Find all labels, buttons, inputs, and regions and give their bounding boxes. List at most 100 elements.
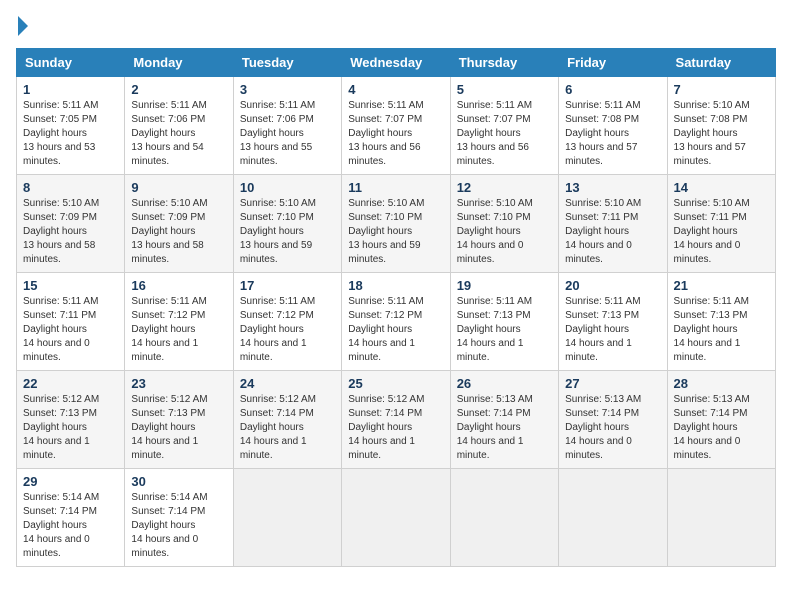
calendar-cell: 23 Sunrise: 5:12 AM Sunset: 7:13 PM Dayl… xyxy=(125,371,233,469)
day-number: 11 xyxy=(348,180,443,195)
calendar-cell: 9 Sunrise: 5:10 AM Sunset: 7:09 PM Dayli… xyxy=(125,175,233,273)
day-number: 24 xyxy=(240,376,335,391)
calendar-cell: 11 Sunrise: 5:10 AM Sunset: 7:10 PM Dayl… xyxy=(342,175,450,273)
calendar-cell xyxy=(667,469,775,567)
calendar-week-1: 1 Sunrise: 5:11 AM Sunset: 7:05 PM Dayli… xyxy=(17,77,776,175)
day-number: 28 xyxy=(674,376,769,391)
day-info: Sunrise: 5:11 AM Sunset: 7:07 PM Dayligh… xyxy=(348,99,443,169)
header-cell-thursday: Thursday xyxy=(450,49,558,77)
day-number: 6 xyxy=(565,82,660,97)
day-number: 20 xyxy=(565,278,660,293)
day-number: 22 xyxy=(23,376,118,391)
day-info: Sunrise: 5:12 AM Sunset: 7:13 PM Dayligh… xyxy=(131,393,226,463)
page-header xyxy=(16,16,776,36)
day-number: 26 xyxy=(457,376,552,391)
calendar-cell: 26 Sunrise: 5:13 AM Sunset: 7:14 PM Dayl… xyxy=(450,371,558,469)
calendar-cell xyxy=(450,469,558,567)
day-number: 14 xyxy=(674,180,769,195)
calendar-cell: 21 Sunrise: 5:11 AM Sunset: 7:13 PM Dayl… xyxy=(667,273,775,371)
day-info: Sunrise: 5:10 AM Sunset: 7:09 PM Dayligh… xyxy=(23,197,118,267)
calendar-week-5: 29 Sunrise: 5:14 AM Sunset: 7:14 PM Dayl… xyxy=(17,469,776,567)
day-info: Sunrise: 5:11 AM Sunset: 7:12 PM Dayligh… xyxy=(131,295,226,365)
day-number: 1 xyxy=(23,82,118,97)
day-info: Sunrise: 5:10 AM Sunset: 7:10 PM Dayligh… xyxy=(457,197,552,267)
calendar-cell: 27 Sunrise: 5:13 AM Sunset: 7:14 PM Dayl… xyxy=(559,371,667,469)
day-info: Sunrise: 5:10 AM Sunset: 7:11 PM Dayligh… xyxy=(565,197,660,267)
day-number: 17 xyxy=(240,278,335,293)
day-number: 19 xyxy=(457,278,552,293)
calendar-cell: 6 Sunrise: 5:11 AM Sunset: 7:08 PM Dayli… xyxy=(559,77,667,175)
day-info: Sunrise: 5:14 AM Sunset: 7:14 PM Dayligh… xyxy=(23,491,118,561)
calendar-cell xyxy=(342,469,450,567)
day-number: 18 xyxy=(348,278,443,293)
day-info: Sunrise: 5:10 AM Sunset: 7:10 PM Dayligh… xyxy=(348,197,443,267)
day-number: 9 xyxy=(131,180,226,195)
day-number: 30 xyxy=(131,474,226,489)
day-info: Sunrise: 5:14 AM Sunset: 7:14 PM Dayligh… xyxy=(131,491,226,561)
calendar-cell: 15 Sunrise: 5:11 AM Sunset: 7:11 PM Dayl… xyxy=(17,273,125,371)
day-number: 29 xyxy=(23,474,118,489)
logo-arrow-icon xyxy=(18,16,28,36)
calendar-header: SundayMondayTuesdayWednesdayThursdayFrid… xyxy=(17,49,776,77)
calendar-cell: 3 Sunrise: 5:11 AM Sunset: 7:06 PM Dayli… xyxy=(233,77,341,175)
calendar-cell: 16 Sunrise: 5:11 AM Sunset: 7:12 PM Dayl… xyxy=(125,273,233,371)
day-number: 23 xyxy=(131,376,226,391)
calendar-cell xyxy=(559,469,667,567)
header-row: SundayMondayTuesdayWednesdayThursdayFrid… xyxy=(17,49,776,77)
calendar-cell: 8 Sunrise: 5:10 AM Sunset: 7:09 PM Dayli… xyxy=(17,175,125,273)
day-number: 7 xyxy=(674,82,769,97)
day-info: Sunrise: 5:10 AM Sunset: 7:09 PM Dayligh… xyxy=(131,197,226,267)
day-info: Sunrise: 5:11 AM Sunset: 7:13 PM Dayligh… xyxy=(457,295,552,365)
day-info: Sunrise: 5:11 AM Sunset: 7:12 PM Dayligh… xyxy=(348,295,443,365)
calendar-body: 1 Sunrise: 5:11 AM Sunset: 7:05 PM Dayli… xyxy=(17,77,776,567)
calendar-cell: 5 Sunrise: 5:11 AM Sunset: 7:07 PM Dayli… xyxy=(450,77,558,175)
header-cell-tuesday: Tuesday xyxy=(233,49,341,77)
day-number: 3 xyxy=(240,82,335,97)
day-info: Sunrise: 5:10 AM Sunset: 7:08 PM Dayligh… xyxy=(674,99,769,169)
day-info: Sunrise: 5:11 AM Sunset: 7:08 PM Dayligh… xyxy=(565,99,660,169)
calendar-week-4: 22 Sunrise: 5:12 AM Sunset: 7:13 PM Dayl… xyxy=(17,371,776,469)
day-info: Sunrise: 5:11 AM Sunset: 7:06 PM Dayligh… xyxy=(131,99,226,169)
calendar-cell: 4 Sunrise: 5:11 AM Sunset: 7:07 PM Dayli… xyxy=(342,77,450,175)
calendar-cell: 19 Sunrise: 5:11 AM Sunset: 7:13 PM Dayl… xyxy=(450,273,558,371)
calendar-cell: 22 Sunrise: 5:12 AM Sunset: 7:13 PM Dayl… xyxy=(17,371,125,469)
header-cell-friday: Friday xyxy=(559,49,667,77)
day-info: Sunrise: 5:10 AM Sunset: 7:10 PM Dayligh… xyxy=(240,197,335,267)
calendar-table: SundayMondayTuesdayWednesdayThursdayFrid… xyxy=(16,48,776,567)
calendar-cell: 28 Sunrise: 5:13 AM Sunset: 7:14 PM Dayl… xyxy=(667,371,775,469)
calendar-cell: 20 Sunrise: 5:11 AM Sunset: 7:13 PM Dayl… xyxy=(559,273,667,371)
header-cell-wednesday: Wednesday xyxy=(342,49,450,77)
day-info: Sunrise: 5:13 AM Sunset: 7:14 PM Dayligh… xyxy=(674,393,769,463)
calendar-cell: 7 Sunrise: 5:10 AM Sunset: 7:08 PM Dayli… xyxy=(667,77,775,175)
calendar-cell: 10 Sunrise: 5:10 AM Sunset: 7:10 PM Dayl… xyxy=(233,175,341,273)
day-info: Sunrise: 5:12 AM Sunset: 7:13 PM Dayligh… xyxy=(23,393,118,463)
day-number: 2 xyxy=(131,82,226,97)
day-number: 15 xyxy=(23,278,118,293)
day-number: 4 xyxy=(348,82,443,97)
day-info: Sunrise: 5:13 AM Sunset: 7:14 PM Dayligh… xyxy=(457,393,552,463)
calendar-cell: 14 Sunrise: 5:10 AM Sunset: 7:11 PM Dayl… xyxy=(667,175,775,273)
header-cell-monday: Monday xyxy=(125,49,233,77)
calendar-cell: 17 Sunrise: 5:11 AM Sunset: 7:12 PM Dayl… xyxy=(233,273,341,371)
day-number: 5 xyxy=(457,82,552,97)
day-info: Sunrise: 5:11 AM Sunset: 7:06 PM Dayligh… xyxy=(240,99,335,169)
calendar-cell: 24 Sunrise: 5:12 AM Sunset: 7:14 PM Dayl… xyxy=(233,371,341,469)
calendar-cell: 2 Sunrise: 5:11 AM Sunset: 7:06 PM Dayli… xyxy=(125,77,233,175)
calendar-cell: 30 Sunrise: 5:14 AM Sunset: 7:14 PM Dayl… xyxy=(125,469,233,567)
calendar-cell: 18 Sunrise: 5:11 AM Sunset: 7:12 PM Dayl… xyxy=(342,273,450,371)
calendar-week-3: 15 Sunrise: 5:11 AM Sunset: 7:11 PM Dayl… xyxy=(17,273,776,371)
day-number: 8 xyxy=(23,180,118,195)
day-info: Sunrise: 5:10 AM Sunset: 7:11 PM Dayligh… xyxy=(674,197,769,267)
calendar-cell: 12 Sunrise: 5:10 AM Sunset: 7:10 PM Dayl… xyxy=(450,175,558,273)
calendar-cell xyxy=(233,469,341,567)
day-info: Sunrise: 5:11 AM Sunset: 7:13 PM Dayligh… xyxy=(674,295,769,365)
day-info: Sunrise: 5:12 AM Sunset: 7:14 PM Dayligh… xyxy=(348,393,443,463)
day-number: 13 xyxy=(565,180,660,195)
header-cell-sunday: Sunday xyxy=(17,49,125,77)
calendar-cell: 13 Sunrise: 5:10 AM Sunset: 7:11 PM Dayl… xyxy=(559,175,667,273)
day-info: Sunrise: 5:11 AM Sunset: 7:05 PM Dayligh… xyxy=(23,99,118,169)
day-info: Sunrise: 5:11 AM Sunset: 7:12 PM Dayligh… xyxy=(240,295,335,365)
day-info: Sunrise: 5:11 AM Sunset: 7:07 PM Dayligh… xyxy=(457,99,552,169)
day-info: Sunrise: 5:11 AM Sunset: 7:11 PM Dayligh… xyxy=(23,295,118,365)
day-info: Sunrise: 5:13 AM Sunset: 7:14 PM Dayligh… xyxy=(565,393,660,463)
